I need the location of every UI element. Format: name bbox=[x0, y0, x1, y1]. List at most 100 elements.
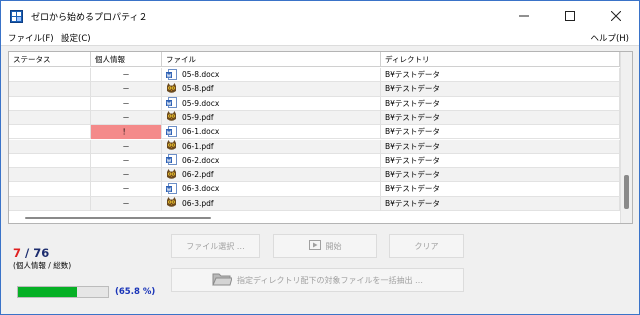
progress-bar-fill bbox=[18, 287, 78, 297]
file-name: 05-9.pdf bbox=[182, 112, 214, 122]
table-row[interactable]: － 06-3.docx B¥テストデータ bbox=[9, 182, 620, 197]
pdf-owl-icon bbox=[166, 140, 182, 151]
column-header-file[interactable]: ファイル bbox=[162, 52, 381, 67]
directory-cell: B¥テストデータ bbox=[381, 168, 620, 183]
personal-info-cell: － bbox=[91, 110, 162, 125]
word-doc-icon bbox=[166, 68, 182, 80]
folder-icon bbox=[212, 272, 233, 289]
app-icon bbox=[10, 10, 23, 23]
table-row[interactable]: － 06-1.pdf B¥テストデータ bbox=[9, 139, 620, 154]
pdf-owl-icon bbox=[166, 197, 182, 208]
file-cell: 05-9.docx bbox=[162, 96, 381, 111]
table-row[interactable]: － 06-2.pdf B¥テストデータ bbox=[9, 168, 620, 183]
column-header-directory[interactable]: ディレクトリ bbox=[381, 52, 620, 67]
minimize-button[interactable] bbox=[501, 1, 547, 31]
status-cell bbox=[9, 68, 91, 82]
status-cell bbox=[9, 196, 91, 211]
vertical-scrollbar[interactable] bbox=[620, 52, 632, 223]
status-cell bbox=[9, 168, 91, 183]
clear-button[interactable]: クリア bbox=[389, 234, 464, 258]
personal-info-cell: － bbox=[91, 168, 162, 183]
menu-bar: ファイル(F) 設定(C) ヘルプ(H) bbox=[1, 31, 639, 46]
count-separator: / bbox=[21, 246, 34, 260]
app-window: ゼロから始めるプロパティ２ ファイル(F) 設定(C) ヘルプ(H) ステータス… bbox=[0, 0, 640, 315]
horizontal-scroll-thumb[interactable] bbox=[25, 217, 211, 219]
status-cell bbox=[9, 153, 91, 168]
personal-info-count: 7 bbox=[13, 246, 22, 260]
personal-info-cell: － bbox=[91, 82, 162, 97]
status-cell bbox=[9, 82, 91, 97]
pdf-owl-icon bbox=[166, 111, 182, 122]
file-name: 06-1.docx bbox=[182, 127, 220, 137]
personal-info-cell: － bbox=[91, 182, 162, 197]
word-doc-icon bbox=[166, 182, 182, 194]
status-cell bbox=[9, 182, 91, 197]
progress-bar bbox=[17, 286, 109, 298]
file-cell: 06-3.pdf bbox=[162, 196, 381, 211]
file-cell: 06-3.docx bbox=[162, 182, 381, 197]
file-cell: 06-2.docx bbox=[162, 153, 381, 168]
table-row[interactable]: － 05-8.pdf B¥テストデータ bbox=[9, 82, 620, 97]
status-cell bbox=[9, 139, 91, 154]
directory-cell: B¥テストデータ bbox=[381, 182, 620, 197]
vertical-scroll-thumb[interactable] bbox=[624, 175, 629, 209]
column-header-personal-info[interactable]: 個人情報 bbox=[91, 52, 162, 67]
personal-info-cell: － bbox=[91, 139, 162, 154]
pdf-owl-icon bbox=[166, 82, 182, 93]
directory-cell: B¥テストデータ bbox=[381, 110, 620, 125]
personal-info-cell: － bbox=[91, 96, 162, 111]
file-name: 05-8.pdf bbox=[182, 84, 214, 94]
personal-info-cell: － bbox=[91, 196, 162, 211]
window-title: ゼロから始めるプロパティ２ bbox=[31, 13, 148, 23]
maximize-button[interactable] bbox=[547, 1, 593, 31]
table-row[interactable]: － 06-2.docx B¥テストデータ bbox=[9, 153, 620, 169]
table-row[interactable]: － 05-9.docx B¥テストデータ bbox=[9, 96, 620, 111]
file-cell: 05-8.pdf bbox=[162, 82, 381, 97]
select-file-button[interactable]: ファイル選択 … bbox=[171, 234, 260, 258]
status-cell bbox=[9, 125, 91, 140]
progress-percent-label: (65.8 %) bbox=[115, 287, 156, 297]
table-row[interactable]: ！ 06-1.docx B¥テストデータ bbox=[9, 125, 620, 140]
file-cell: 05-8.docx bbox=[162, 68, 381, 82]
status-cell bbox=[9, 96, 91, 111]
menu-file[interactable]: ファイル(F) bbox=[8, 32, 54, 44]
column-header-status[interactable]: ステータス bbox=[9, 52, 91, 67]
file-name: 06-1.pdf bbox=[182, 141, 214, 151]
select-file-button-label: ファイル選択 … bbox=[186, 241, 245, 251]
start-button-label: 開始 bbox=[325, 241, 342, 251]
table-row[interactable]: － 06-3.pdf B¥テストデータ bbox=[9, 196, 620, 211]
file-name: 05-8.docx bbox=[182, 70, 220, 79]
file-cell: 05-9.pdf bbox=[162, 110, 381, 125]
clear-button-label: クリア bbox=[414, 241, 439, 251]
menu-settings[interactable]: 設定(C) bbox=[61, 32, 91, 44]
status-cell bbox=[9, 110, 91, 125]
directory-cell: B¥テストデータ bbox=[381, 196, 620, 211]
table-row[interactable]: － 05-8.docx B¥テストデータ bbox=[9, 68, 620, 83]
file-name: 06-3.docx bbox=[182, 184, 220, 194]
file-name: 06-2.pdf bbox=[182, 170, 214, 180]
directory-cell: B¥テストデータ bbox=[381, 82, 620, 97]
file-cell: 06-2.pdf bbox=[162, 168, 381, 183]
file-name: 06-3.pdf bbox=[182, 198, 214, 208]
menu-help[interactable]: ヘルプ(H) bbox=[590, 32, 629, 44]
file-name: 06-2.docx bbox=[182, 155, 220, 165]
file-grid[interactable]: ステータス 個人情報 ファイル ディレクトリ － 05-8.docx B¥テストデー… bbox=[8, 51, 633, 224]
grid-header: ステータス 個人情報 ファイル ディレクトリ bbox=[9, 52, 620, 67]
total-count: 76 bbox=[33, 246, 50, 260]
bulk-extract-button-label: 指定ディレクトリ配下の対象ファイルを一括抽出 … bbox=[237, 275, 423, 285]
file-name: 05-9.docx bbox=[182, 98, 220, 108]
directory-cell: B¥テストデータ bbox=[381, 96, 620, 111]
word-doc-icon bbox=[166, 97, 182, 109]
directory-cell: B¥テストデータ bbox=[381, 139, 620, 154]
bulk-extract-button[interactable]: 指定ディレクトリ配下の対象ファイルを一括抽出 … bbox=[171, 268, 464, 292]
directory-cell: B¥テストデータ bbox=[381, 153, 620, 168]
start-button[interactable]: 開始 bbox=[273, 234, 377, 258]
horizontal-scrollbar[interactable] bbox=[9, 213, 620, 223]
pdf-owl-icon bbox=[166, 168, 182, 179]
table-row[interactable]: － 05-9.pdf B¥テストデータ bbox=[9, 110, 620, 126]
close-button[interactable] bbox=[593, 1, 639, 31]
word-doc-icon bbox=[166, 125, 182, 137]
play-icon bbox=[308, 240, 321, 252]
title-bar[interactable]: ゼロから始めるプロパティ２ bbox=[1, 1, 639, 31]
personal-info-cell: － bbox=[91, 153, 162, 168]
